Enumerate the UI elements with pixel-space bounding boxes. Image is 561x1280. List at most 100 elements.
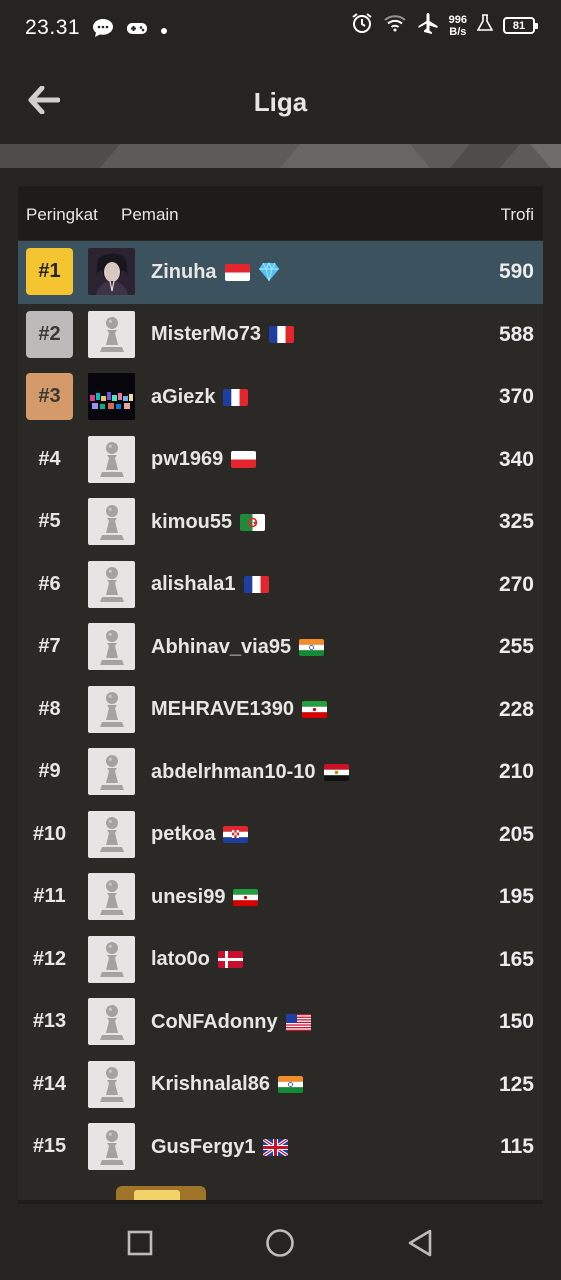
player-name[interactable]: abdelrhman10-10 xyxy=(151,761,316,784)
avatar[interactable] xyxy=(88,748,135,795)
country-flag-icon xyxy=(302,701,328,718)
table-row[interactable]: #8 MEHRAVE1390 228 xyxy=(18,679,543,742)
player-name[interactable]: Abhinav_via95 xyxy=(151,636,291,659)
diamond-icon xyxy=(258,262,279,282)
player-name[interactable]: MEHRAVE1390 xyxy=(151,698,294,721)
rank-badge: #9 xyxy=(38,760,61,782)
trophy-count: 590 xyxy=(498,260,534,283)
country-flag-icon xyxy=(243,576,269,593)
avatar[interactable] xyxy=(88,998,135,1045)
country-flag-icon xyxy=(240,513,266,531)
battery-level: 81 xyxy=(512,19,526,32)
table-row[interactable]: #2 MisterMo73 588 xyxy=(18,304,543,367)
player-name[interactable]: Krishnalal86 xyxy=(151,1073,270,1096)
avatar[interactable] xyxy=(88,623,135,670)
avatar[interactable] xyxy=(88,498,135,545)
country-flag-icon xyxy=(269,326,295,343)
rank-badge: #5 xyxy=(38,510,61,532)
trophy-count: 270 xyxy=(498,572,534,596)
table-row[interactable]: #14 Krishnalal86 125 xyxy=(18,1054,543,1117)
trophy-count: 340 xyxy=(498,447,534,471)
rank-badge: #14 xyxy=(32,1072,67,1095)
avatar[interactable] xyxy=(88,248,135,295)
chat-bubble-icon xyxy=(92,18,114,43)
player-name[interactable]: aGiezk xyxy=(151,386,215,409)
recents-button[interactable] xyxy=(125,1228,155,1258)
table-row[interactable]: #9 abdelrhman10-10 210 xyxy=(18,741,543,804)
avatar[interactable] xyxy=(88,873,135,920)
player-name[interactable]: kimou55 xyxy=(151,511,232,534)
player-info: Zinuha xyxy=(151,241,280,303)
table-row[interactable]: #6 alishala1 270 xyxy=(18,554,543,617)
country-flag-icon xyxy=(217,951,243,968)
table-row[interactable]: #13 CoNFAdonny 150 xyxy=(18,991,543,1054)
player-info: Krishnalal86 xyxy=(151,1054,303,1116)
pawn-icon xyxy=(99,442,124,477)
country-flag-icon xyxy=(277,1076,303,1093)
player-info: aGiezk xyxy=(151,366,249,428)
circle-icon xyxy=(266,1229,294,1257)
avatar[interactable] xyxy=(88,685,135,733)
player-info: kimou55 xyxy=(151,491,266,553)
table-row[interactable]: #7 Abhinav_via95 255 xyxy=(18,616,543,679)
rank-badge: #2 xyxy=(26,310,73,358)
player-name[interactable]: pw1969 xyxy=(151,448,223,471)
home-button[interactable] xyxy=(265,1228,295,1258)
rank-badge: #10 xyxy=(32,822,67,845)
league-banner-strip xyxy=(0,144,561,168)
network-speed-unit: B/s xyxy=(449,25,467,38)
table-row[interactable]: #11 unesi99 195 xyxy=(18,866,543,929)
player-name[interactable]: MisterMo73 xyxy=(151,323,261,346)
alarm-icon xyxy=(351,12,373,39)
table-row[interactable]: #10 petkoa 205 xyxy=(18,804,543,867)
player-info: petkoa xyxy=(151,804,249,866)
gamepad-icon xyxy=(126,20,148,41)
pawn-icon xyxy=(99,754,124,790)
table-row[interactable]: #5 kimou55 325 xyxy=(18,491,543,554)
avatar[interactable] xyxy=(88,560,135,608)
player-info: alishala1 xyxy=(151,554,269,616)
leaderboard-rows: #1 Zinuha 590 #2 MisterMo73 588 #3 aGiezk 370 #4 p… xyxy=(18,241,543,1179)
country-flag-icon xyxy=(263,1138,289,1156)
avatar[interactable] xyxy=(88,1123,135,1170)
table-row[interactable]: #15 GusFergy1 115 xyxy=(18,1116,543,1179)
player-name[interactable]: petkoa xyxy=(151,823,215,846)
avatar[interactable] xyxy=(88,935,135,983)
avatar[interactable] xyxy=(88,435,135,483)
app-bar: Liga xyxy=(0,58,561,144)
country-flag-icon xyxy=(299,638,325,656)
player-info: GusFergy1 xyxy=(151,1116,289,1178)
header-trophies: Trofi xyxy=(500,205,534,224)
system-back-button[interactable] xyxy=(405,1228,435,1258)
avatar[interactable] xyxy=(88,810,135,858)
leaderboard-table: Peringkat Pemain Trofi #1 Zinuha 590 #2 Mist… xyxy=(18,186,543,1200)
trophy-count: 210 xyxy=(498,760,534,783)
player-name[interactable]: CoNFAdonny xyxy=(151,1011,278,1034)
pawn-icon xyxy=(99,879,124,915)
avatar[interactable] xyxy=(88,310,135,358)
table-row[interactable]: #3 aGiezk 370 xyxy=(18,366,543,429)
trophy-count: 325 xyxy=(498,510,534,533)
rank-badge: #15 xyxy=(32,1135,67,1157)
trophy-count: 115 xyxy=(500,1135,534,1158)
player-info: lato0o xyxy=(151,929,243,991)
player-name[interactable]: lato0o xyxy=(151,948,210,971)
pawn-icon xyxy=(99,317,124,352)
rank-badge: #1 xyxy=(26,248,73,295)
country-flag-icon xyxy=(231,451,257,468)
battery-indicator: 81 xyxy=(503,17,538,34)
table-row[interactable]: #1 Zinuha 590 xyxy=(18,241,543,304)
avatar[interactable] xyxy=(88,373,135,420)
player-name[interactable]: unesi99 xyxy=(151,886,225,909)
status-bar: 23.31 996 B/s 81 xyxy=(0,0,561,58)
avatar[interactable] xyxy=(88,1060,135,1108)
player-name[interactable]: alishala1 xyxy=(151,573,236,596)
player-name[interactable]: GusFergy1 xyxy=(151,1136,255,1159)
table-header: Peringkat Pemain Trofi xyxy=(18,186,543,240)
pawn-icon xyxy=(99,1067,124,1102)
pawn-icon xyxy=(99,567,124,602)
table-row[interactable]: #12 lato0o 165 xyxy=(18,929,543,992)
player-name[interactable]: Zinuha xyxy=(151,261,217,284)
player-info: MEHRAVE1390 xyxy=(151,679,328,741)
table-row[interactable]: #4 pw1969 340 xyxy=(18,429,543,492)
